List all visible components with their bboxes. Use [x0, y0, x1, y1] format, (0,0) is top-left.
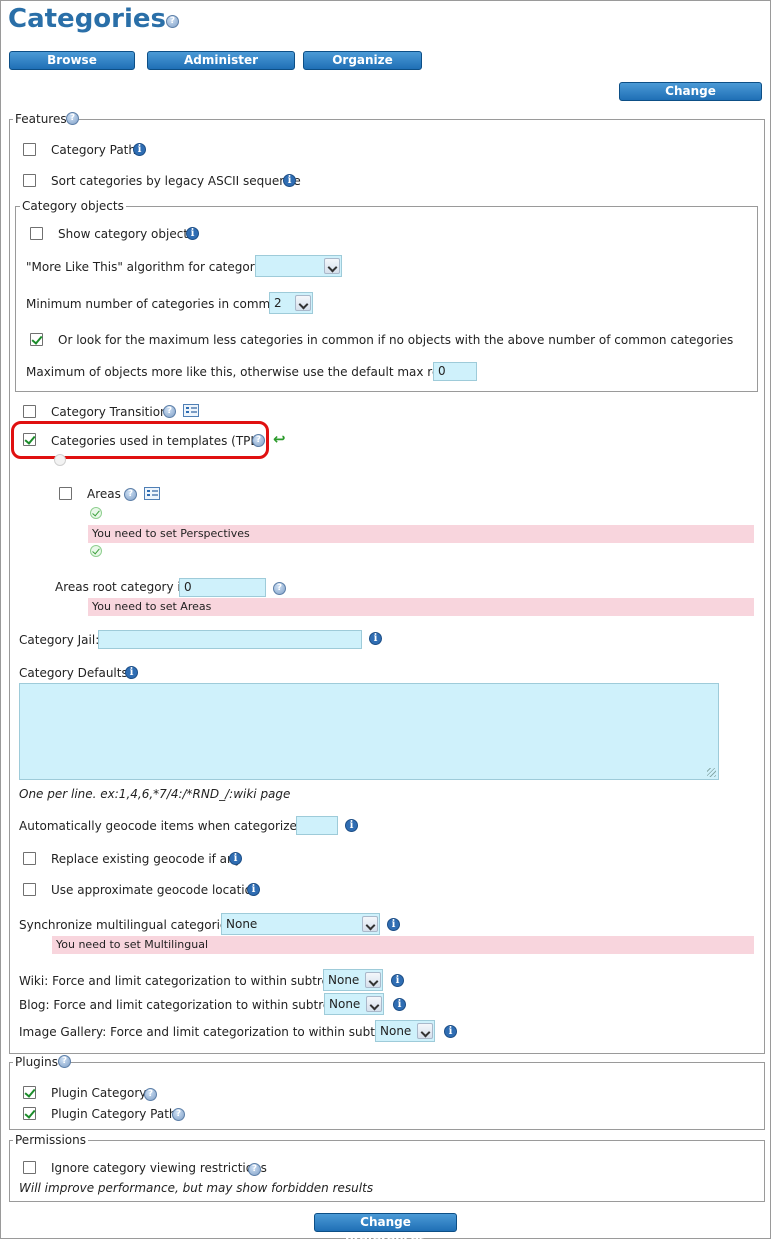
sync-multilingual-label: Synchronize multilingual categories: [19, 918, 238, 932]
undo-icon[interactable]: ↩ [273, 432, 287, 447]
category-path-checkbox[interactable] [23, 143, 36, 156]
chevron-down-icon [362, 916, 378, 932]
category-objects-legend: Category objects [20, 199, 126, 213]
sort-legacy-checkbox[interactable] [23, 174, 36, 187]
plugin-category-path-label: Plugin Category Path [51, 1107, 177, 1121]
help-icon[interactable]: ? [124, 488, 137, 501]
help-icon[interactable]: ? [252, 434, 265, 447]
info-icon[interactable]: i [391, 974, 404, 987]
min-common-select[interactable]: 2 [269, 292, 313, 314]
approx-geocode-checkbox[interactable] [23, 883, 36, 896]
chevron-down-icon [365, 972, 381, 988]
areas-warning: You need to set Areas [88, 598, 754, 616]
chevron-down-icon [366, 996, 382, 1012]
organize-objects-button[interactable]: Organize Objects [303, 51, 422, 84]
chevron-down-icon [295, 295, 311, 311]
info-icon[interactable]: i [387, 918, 400, 931]
browse-categories-button[interactable]: Browse categories [9, 51, 135, 84]
chevron-down-icon [324, 258, 340, 274]
info-icon[interactable]: i [186, 227, 199, 240]
max-objects-input[interactable]: 0 [433, 362, 477, 381]
geocode-in-label: Automatically geocode items when categor… [19, 819, 324, 833]
replace-geocode-checkbox[interactable] [23, 852, 36, 865]
gallery-subtree-select[interactable]: None [375, 1020, 435, 1042]
mlt-algorithm-select[interactable] [255, 255, 342, 277]
max-less-checkbox[interactable] [30, 333, 43, 346]
categories-tpl-checkbox[interactable] [23, 433, 36, 446]
category-jail-input[interactable] [98, 630, 362, 649]
ignore-restrictions-checkbox[interactable] [23, 1161, 36, 1174]
category-jail-label: Category Jail: [19, 633, 100, 647]
info-icon[interactable]: i [229, 852, 242, 865]
resize-grip-icon[interactable] [707, 768, 716, 777]
perspectives-warning: You need to set Perspectives [88, 525, 754, 543]
administer-categories-button[interactable]: Administer categories [147, 51, 295, 84]
category-path-label: Category Path [51, 143, 136, 157]
list-icon[interactable] [183, 404, 199, 417]
help-icon[interactable]: ? [273, 582, 286, 595]
ignore-restrictions-label: Ignore category viewing restrictions [51, 1161, 267, 1175]
gallery-subtree-label: Image Gallery: Force and limit categoriz… [19, 1025, 414, 1039]
check-icon [90, 507, 102, 519]
chevron-down-icon [417, 1023, 433, 1039]
help-icon[interactable]: ? [163, 405, 176, 418]
category-transition-checkbox[interactable] [23, 405, 36, 418]
max-objects-label: Maximum of objects more like this, other… [26, 365, 476, 379]
category-transition-label: Category Transition [51, 405, 168, 419]
change-preferences-button-bottom[interactable]: Change preferences [314, 1213, 457, 1246]
areas-root-input[interactable]: 0 [179, 578, 266, 597]
help-icon[interactable]: ? [144, 1088, 157, 1101]
blog-subtree-select[interactable]: None [324, 993, 384, 1015]
info-icon[interactable]: i [247, 883, 260, 896]
list-icon[interactable] [144, 487, 160, 500]
plugin-category-checkbox[interactable] [23, 1086, 36, 1099]
category-defaults-textarea[interactable] [19, 683, 719, 780]
wiki-subtree-select[interactable]: None [323, 969, 383, 991]
categories-tpl-label: Categories used in templates (TPL) [51, 434, 262, 448]
status-icon [54, 454, 66, 466]
info-icon[interactable]: i [125, 666, 138, 679]
permissions-legend: Permissions [13, 1133, 88, 1147]
category-defaults-label: Category Defaults: [19, 666, 132, 680]
info-icon[interactable]: i [283, 174, 296, 187]
areas-label: Areas [87, 487, 121, 501]
features-legend: Features [13, 112, 69, 126]
plugin-category-label: Plugin Category [51, 1086, 147, 1100]
help-icon[interactable]: ? [58, 1055, 71, 1068]
plugins-legend: Plugins [13, 1055, 60, 1069]
mlt-algorithm-label: "More Like This" algorithm for categorie… [26, 260, 276, 274]
help-icon[interactable]: ? [66, 112, 79, 125]
ignore-restrictions-hint: Will improve performance, but may show f… [19, 1181, 374, 1195]
info-icon[interactable]: i [369, 632, 382, 645]
sort-legacy-label: Sort categories by legacy ASCII sequence [51, 174, 301, 188]
min-common-label: Minimum number of categories in common: [26, 297, 290, 311]
max-less-label: Or look for the maximum less categories … [58, 333, 734, 347]
wiki-subtree-label: Wiki: Force and limit categorization to … [19, 974, 356, 988]
help-icon[interactable]: ? [248, 1163, 261, 1176]
info-icon[interactable]: i [393, 998, 406, 1011]
show-objects-label: Show category objects [58, 227, 195, 241]
areas-root-label: Areas root category id: [55, 580, 193, 594]
check-icon [90, 545, 102, 557]
blog-subtree-label: Blog: Force and limit categorization to … [19, 998, 357, 1012]
change-preferences-button-top[interactable]: Change preferences [619, 82, 762, 115]
approx-geocode-label: Use approximate geocode location [51, 883, 260, 897]
sync-multilingual-select[interactable]: None [221, 913, 380, 935]
info-icon[interactable]: i [133, 143, 146, 156]
info-icon[interactable]: i [345, 819, 358, 832]
plugin-category-path-checkbox[interactable] [23, 1107, 36, 1120]
replace-geocode-label: Replace existing geocode if any [51, 852, 242, 866]
info-icon[interactable]: i [444, 1025, 457, 1038]
category-defaults-hint: One per line. ex:1,4,6,*7/4:/*RND_/:wiki… [19, 787, 291, 801]
geocode-in-input[interactable] [296, 816, 338, 835]
show-objects-checkbox[interactable] [30, 227, 43, 240]
multilingual-warning: You need to set Multilingual [52, 936, 754, 954]
help-icon[interactable]: ? [166, 15, 179, 28]
areas-checkbox[interactable] [59, 487, 72, 500]
help-icon[interactable]: ? [172, 1108, 185, 1121]
page-title: Categories [8, 4, 167, 34]
